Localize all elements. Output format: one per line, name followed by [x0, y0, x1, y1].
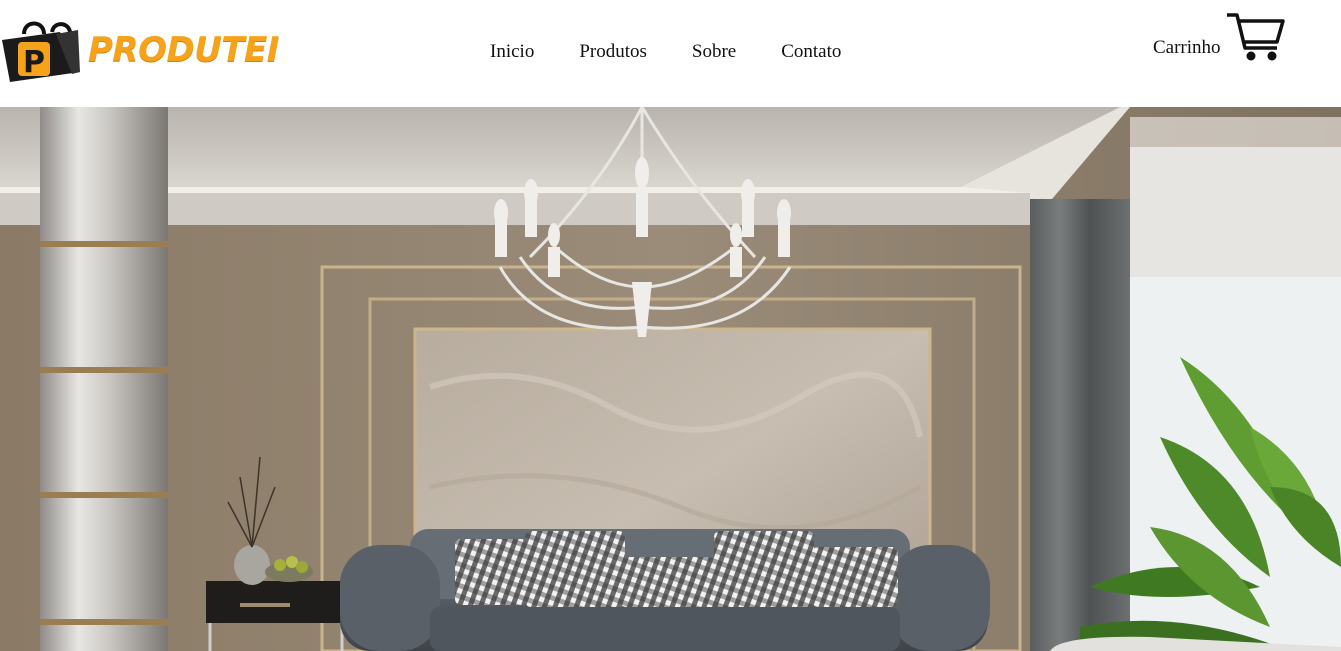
site-header: P PRODUTEI Inicio Produtos Sobre Contato…: [0, 0, 1341, 107]
hero-living-room-image: [0, 107, 1341, 651]
nav-item-produtos[interactable]: Produtos: [579, 40, 647, 64]
cart-link[interactable]: Carrinho: [1153, 12, 1287, 64]
hero-banner: [0, 107, 1341, 651]
brand-name: PRODUTEI: [88, 30, 279, 70]
main-nav: Inicio Produtos Sobre Contato: [490, 40, 841, 64]
cart-label: Carrinho: [1153, 37, 1221, 58]
nav-item-sobre[interactable]: Sobre: [692, 40, 736, 64]
shopping-cart-icon: [1226, 13, 1285, 61]
brand-logo[interactable]: P PRODUTEI: [0, 16, 279, 84]
shopping-bag-logo-icon: P: [2, 21, 80, 82]
logo-letter: P: [23, 45, 45, 80]
nav-item-contato[interactable]: Contato: [781, 40, 841, 64]
nav-item-inicio[interactable]: Inicio: [490, 40, 534, 64]
